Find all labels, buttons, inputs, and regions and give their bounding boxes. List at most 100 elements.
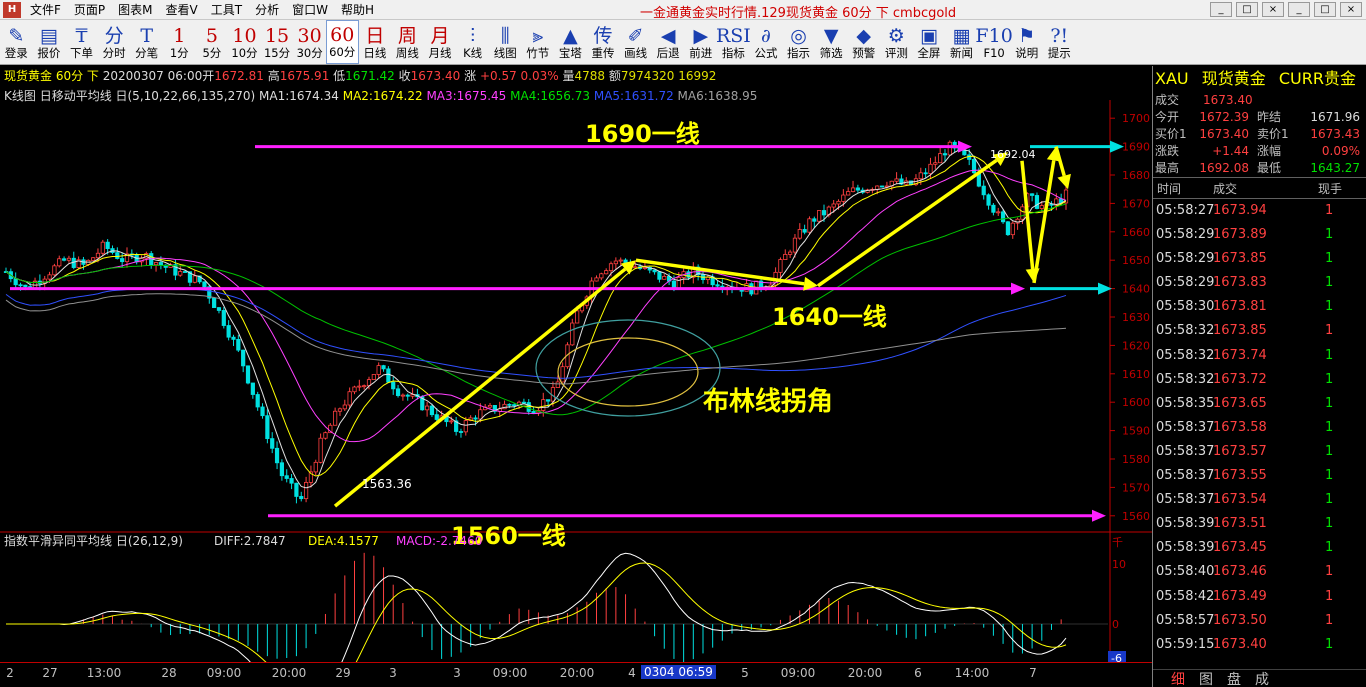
window-minimize-button[interactable]: _ bbox=[1210, 2, 1232, 17]
quote-value: 1671.96 bbox=[1310, 110, 1360, 124]
candle-body bbox=[1030, 193, 1035, 196]
candle-body bbox=[715, 284, 720, 287]
toolbar-label-26: 预警 bbox=[852, 46, 876, 60]
menu-item-7[interactable]: 帮助H bbox=[336, 3, 382, 17]
toolbar-button-25[interactable]: ▼ 筛选 bbox=[815, 20, 848, 64]
candle-body bbox=[671, 280, 677, 289]
toolbar-button-6[interactable]: 5 5分 bbox=[196, 20, 229, 64]
window-close-button[interactable]: × bbox=[1262, 2, 1284, 17]
toolbar-button-8[interactable]: 15 15分 bbox=[261, 20, 294, 64]
toolbar-label-20: 后退 bbox=[656, 46, 680, 60]
macd-indicator-name[interactable]: 指数平滑异同平均线 日(26,12,9) bbox=[4, 533, 183, 548]
toolbar-label-11: 日线 bbox=[363, 46, 387, 60]
toolbar-label-29: 新闻 bbox=[950, 46, 974, 60]
candle-body bbox=[202, 281, 207, 288]
tick-time: 05:58:27 bbox=[1156, 203, 1215, 218]
toolbar-button-21[interactable]: ▶ 前进 bbox=[684, 20, 717, 64]
toolbar-button-3[interactable]: 分分时 bbox=[98, 20, 131, 64]
menu-item-4[interactable]: 工具T bbox=[206, 3, 250, 17]
child-close-button[interactable]: × bbox=[1340, 2, 1362, 17]
toolbar-button-19[interactable]: ✐ 画线 bbox=[619, 20, 652, 64]
toolbar-button-30[interactable]: F10 F10 bbox=[975, 20, 1012, 64]
toolbar-button-2[interactable]: ₸ 下单 bbox=[65, 20, 98, 64]
toolbar-button-27[interactable]: ⚙ 评测 bbox=[880, 20, 913, 64]
change-label: 涨 bbox=[464, 69, 477, 83]
toolbar-button-18[interactable]: 传重传 bbox=[587, 20, 620, 64]
toolbar-button-12[interactable]: 周周线 bbox=[391, 20, 424, 64]
toolbar-button-7[interactable]: 10 10分 bbox=[228, 20, 261, 64]
menu-item-5[interactable]: 分析 bbox=[250, 3, 287, 17]
time-axis-label: 20:00 bbox=[559, 666, 595, 680]
toolbar-button-29[interactable]: ▦ 新闻 bbox=[945, 20, 978, 64]
market-name: CURR贵金 bbox=[1278, 69, 1356, 88]
candle-body bbox=[546, 399, 551, 402]
candle-body bbox=[303, 482, 309, 500]
candle-body bbox=[507, 403, 512, 406]
tick-vol: 1 bbox=[1325, 251, 1334, 267]
kline-chart-canvas[interactable]: 1700 1690 1680 1670 1660 1650 1640 1630 1620 1610… bbox=[0, 100, 1152, 662]
tick-price: 1673.94 bbox=[1213, 203, 1267, 218]
toolbar-button-23[interactable]: ∂ 公式 bbox=[750, 20, 783, 64]
candle-body bbox=[115, 252, 120, 259]
toolbar-button-10[interactable]: 60 60分 bbox=[325, 20, 359, 64]
toolbar-button-1[interactable]: ▤ 报价 bbox=[33, 20, 66, 64]
price-axis-label: 1570 bbox=[1122, 481, 1150, 494]
window-maximize-button[interactable]: □ bbox=[1236, 2, 1258, 17]
candle-body bbox=[18, 284, 23, 287]
toolbar-button-11[interactable]: 日日线 bbox=[359, 20, 392, 64]
menu-item-6[interactable]: 窗口W bbox=[287, 3, 336, 17]
candle-body bbox=[66, 257, 72, 261]
tick-list[interactable]: 05:58:27 1673.94 1 05:58:29 1673.89 1 05:58:29… bbox=[1153, 199, 1366, 657]
toolbar-button-9[interactable]: 30 30分 bbox=[293, 20, 326, 64]
toolbar-button-32[interactable]: ?! 提示 bbox=[1043, 20, 1076, 64]
toolbar-button-31[interactable]: ⚑ 说明 bbox=[1010, 20, 1043, 64]
tick-time: 05:58:29 bbox=[1156, 275, 1215, 291]
tick-price: 1673.50 bbox=[1213, 612, 1267, 628]
menu-item-2[interactable]: 图表M bbox=[113, 3, 160, 17]
tick-vol: 1 bbox=[1325, 419, 1334, 435]
toolbar-button-28[interactable]: ▣ 全屏 bbox=[913, 20, 946, 64]
panel-tab-2[interactable]: 盘 bbox=[1227, 669, 1241, 687]
tick-time: 05:59:15 bbox=[1156, 636, 1215, 652]
toolbar-button-4[interactable]: T 分笔 bbox=[130, 20, 163, 64]
candle-body bbox=[221, 310, 226, 326]
panel-tab-0[interactable]: 细 bbox=[1171, 669, 1185, 687]
time-axis-label: 6 bbox=[914, 666, 922, 680]
toolbar-button-20[interactable]: ◀ 后退 bbox=[652, 20, 685, 64]
instrument-name: 现货黄金 bbox=[1201, 69, 1266, 88]
toolbar-icon-3: 分 bbox=[104, 25, 124, 47]
panel-tab-1[interactable]: 图 bbox=[1199, 669, 1213, 687]
quote-label: 最低 bbox=[1257, 161, 1282, 175]
toolbar-button-14[interactable]: ⫶ K线 bbox=[456, 20, 489, 64]
menu-item-0[interactable]: 文件F bbox=[25, 3, 69, 17]
toolbar-button-13[interactable]: 月月线 bbox=[424, 20, 457, 64]
toolbar-icon-5: 1 bbox=[173, 25, 186, 47]
toolbar-icon-24: ◎ bbox=[790, 25, 807, 47]
toolbar-button-17[interactable]: ▲ 宝塔 bbox=[554, 20, 587, 64]
toolbar-label-7: 10分 bbox=[231, 46, 258, 60]
candle-body bbox=[1000, 211, 1006, 223]
toolbar-button-26[interactable]: ◆ 预警 bbox=[847, 20, 880, 64]
toolbar-button-22[interactable]: RSI 指标 bbox=[716, 20, 751, 64]
toolbar-button-24[interactable]: ◎ 指示 bbox=[782, 20, 815, 64]
ma4-line bbox=[5, 203, 1067, 416]
toolbar-label-31: 说明 bbox=[1015, 46, 1039, 60]
menu-item-3[interactable]: 查看V bbox=[161, 3, 206, 17]
menu-item-1[interactable]: 页面P bbox=[69, 3, 113, 17]
candle-body bbox=[153, 262, 159, 266]
toolbar-button-0[interactable]: ✎ 登录 bbox=[0, 20, 33, 64]
candle-body bbox=[788, 251, 793, 255]
toolbar-icon-15: ⫼ bbox=[500, 25, 510, 47]
child-maximize-button[interactable]: □ bbox=[1314, 2, 1336, 17]
tick-time: 05:58:42 bbox=[1156, 588, 1215, 604]
child-minimize-button[interactable]: _ bbox=[1288, 2, 1310, 17]
quote-label: 卖价1 bbox=[1257, 127, 1289, 141]
toolbar-button-16[interactable]: ⫸ 竹节 bbox=[522, 20, 555, 64]
toolbar-label-1: 报价 bbox=[37, 46, 61, 60]
toolbar-button-5[interactable]: 1 1分 bbox=[163, 20, 196, 64]
ma2-line bbox=[5, 155, 1067, 477]
panel-tab-3[interactable]: 成 bbox=[1255, 669, 1269, 687]
tick-price: 1673.85 bbox=[1213, 251, 1267, 267]
toolbar-button-15[interactable]: ⫼ 线图 bbox=[489, 20, 522, 64]
tick-vol: 1 bbox=[1325, 636, 1334, 652]
